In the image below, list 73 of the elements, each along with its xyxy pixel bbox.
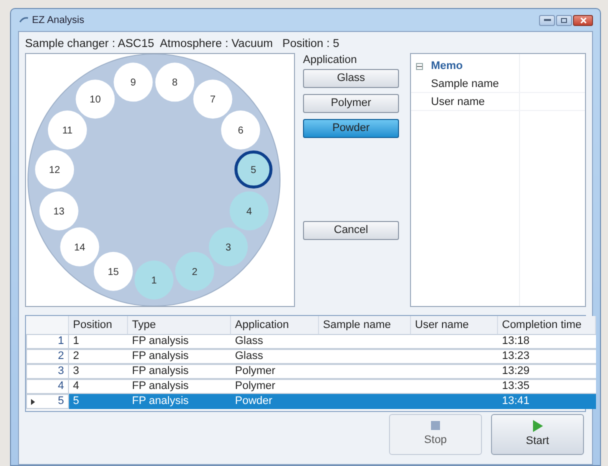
memo-field-label: User name [431,96,485,108]
close-icon [580,16,586,24]
row-number: 3 [58,365,64,377]
sample-position[interactable]: 13 [39,191,78,230]
sample-position[interactable]: 9 [114,62,153,102]
stop-button[interactable]: Stop [389,414,482,455]
table-cell: 13:35 [498,379,596,394]
table-cell: 4 [69,379,128,394]
row-header[interactable]: 5 [26,394,69,409]
table-cell: 13:23 [498,349,596,364]
cancel-button[interactable]: Cancel [303,221,399,240]
stop-icon [431,420,440,430]
memo-field-label: Sample name [431,78,499,90]
row-number: 2 [58,350,64,362]
maximize-icon [561,18,567,22]
application-button[interactable]: Polymer [303,94,399,113]
collapse-toggle[interactable] [416,62,423,70]
row-number: 5 [58,395,64,407]
close-button[interactable] [573,14,593,26]
maximize-button[interactable] [556,14,572,26]
table-cell: Polymer [231,379,319,394]
sample-position[interactable]: 2 [175,252,214,291]
minimize-icon [544,19,550,21]
sample-position[interactable]: 1 [134,260,174,300]
sample-position[interactable]: 11 [48,110,87,150]
table-cell: 13:41 [498,394,596,409]
column-header[interactable]: Type [128,316,231,334]
application-label: Application [303,53,358,67]
table-cell: 5 [69,394,128,409]
play-icon [532,420,542,432]
application-button[interactable]: Glass [303,69,399,88]
sample-position[interactable]: 12 [35,150,74,190]
column-header[interactable]: Sample name [319,316,411,334]
row-header[interactable]: 3 [26,364,69,379]
start-button[interactable]: Start [491,414,584,455]
application-button[interactable]: Powder [303,119,399,138]
column-header[interactable]: Application [231,316,319,334]
column-header[interactable]: Completion time [498,316,596,334]
table-cell: FP analysis [128,334,231,349]
table-cell: Glass [231,334,319,349]
table-cell: FP analysis [128,394,231,409]
table-cell: 3 [69,364,128,379]
sample-position[interactable]: 7 [193,80,232,119]
row-header[interactable]: 2 [26,349,69,364]
sample-position[interactable]: 15 [94,252,133,291]
status-info: Sample changer : ASC15 Atmosphere : Vacuum Position : 5 [25,37,340,52]
sample-position[interactable]: 6 [221,110,260,150]
row-number: 1 [58,335,64,347]
table-cell: 2 [69,349,128,364]
sample-position[interactable]: 4 [230,191,269,230]
sample-position[interactable]: 10 [76,80,115,119]
column-header[interactable]: Position [69,316,128,334]
row-header[interactable]: 1 [26,334,69,349]
table-cell: 13:18 [498,334,596,349]
sample-position[interactable]: 3 [208,227,248,266]
table-cell: FP analysis [128,349,231,364]
table-cell: Polymer [231,364,319,379]
window-title: EZ Analysis [32,14,84,28]
row-header[interactable]: 4 [26,379,69,394]
current-row-icon [31,399,35,405]
table-cell: FP analysis [128,364,231,379]
table-cell: FP analysis [128,379,231,394]
app-icon [19,16,29,24]
column-header[interactable]: User name [411,316,498,334]
table-cell: Powder [231,394,319,409]
minimize-button[interactable] [539,14,555,26]
sample-position[interactable]: 14 [60,227,100,266]
memo-header: Memo [431,58,463,74]
table-cell: 1 [69,334,128,349]
row-number: 4 [58,380,64,392]
sample-position[interactable]: 8 [155,62,194,102]
table-cell: Glass [231,349,319,364]
table-cell: 13:29 [498,364,596,379]
